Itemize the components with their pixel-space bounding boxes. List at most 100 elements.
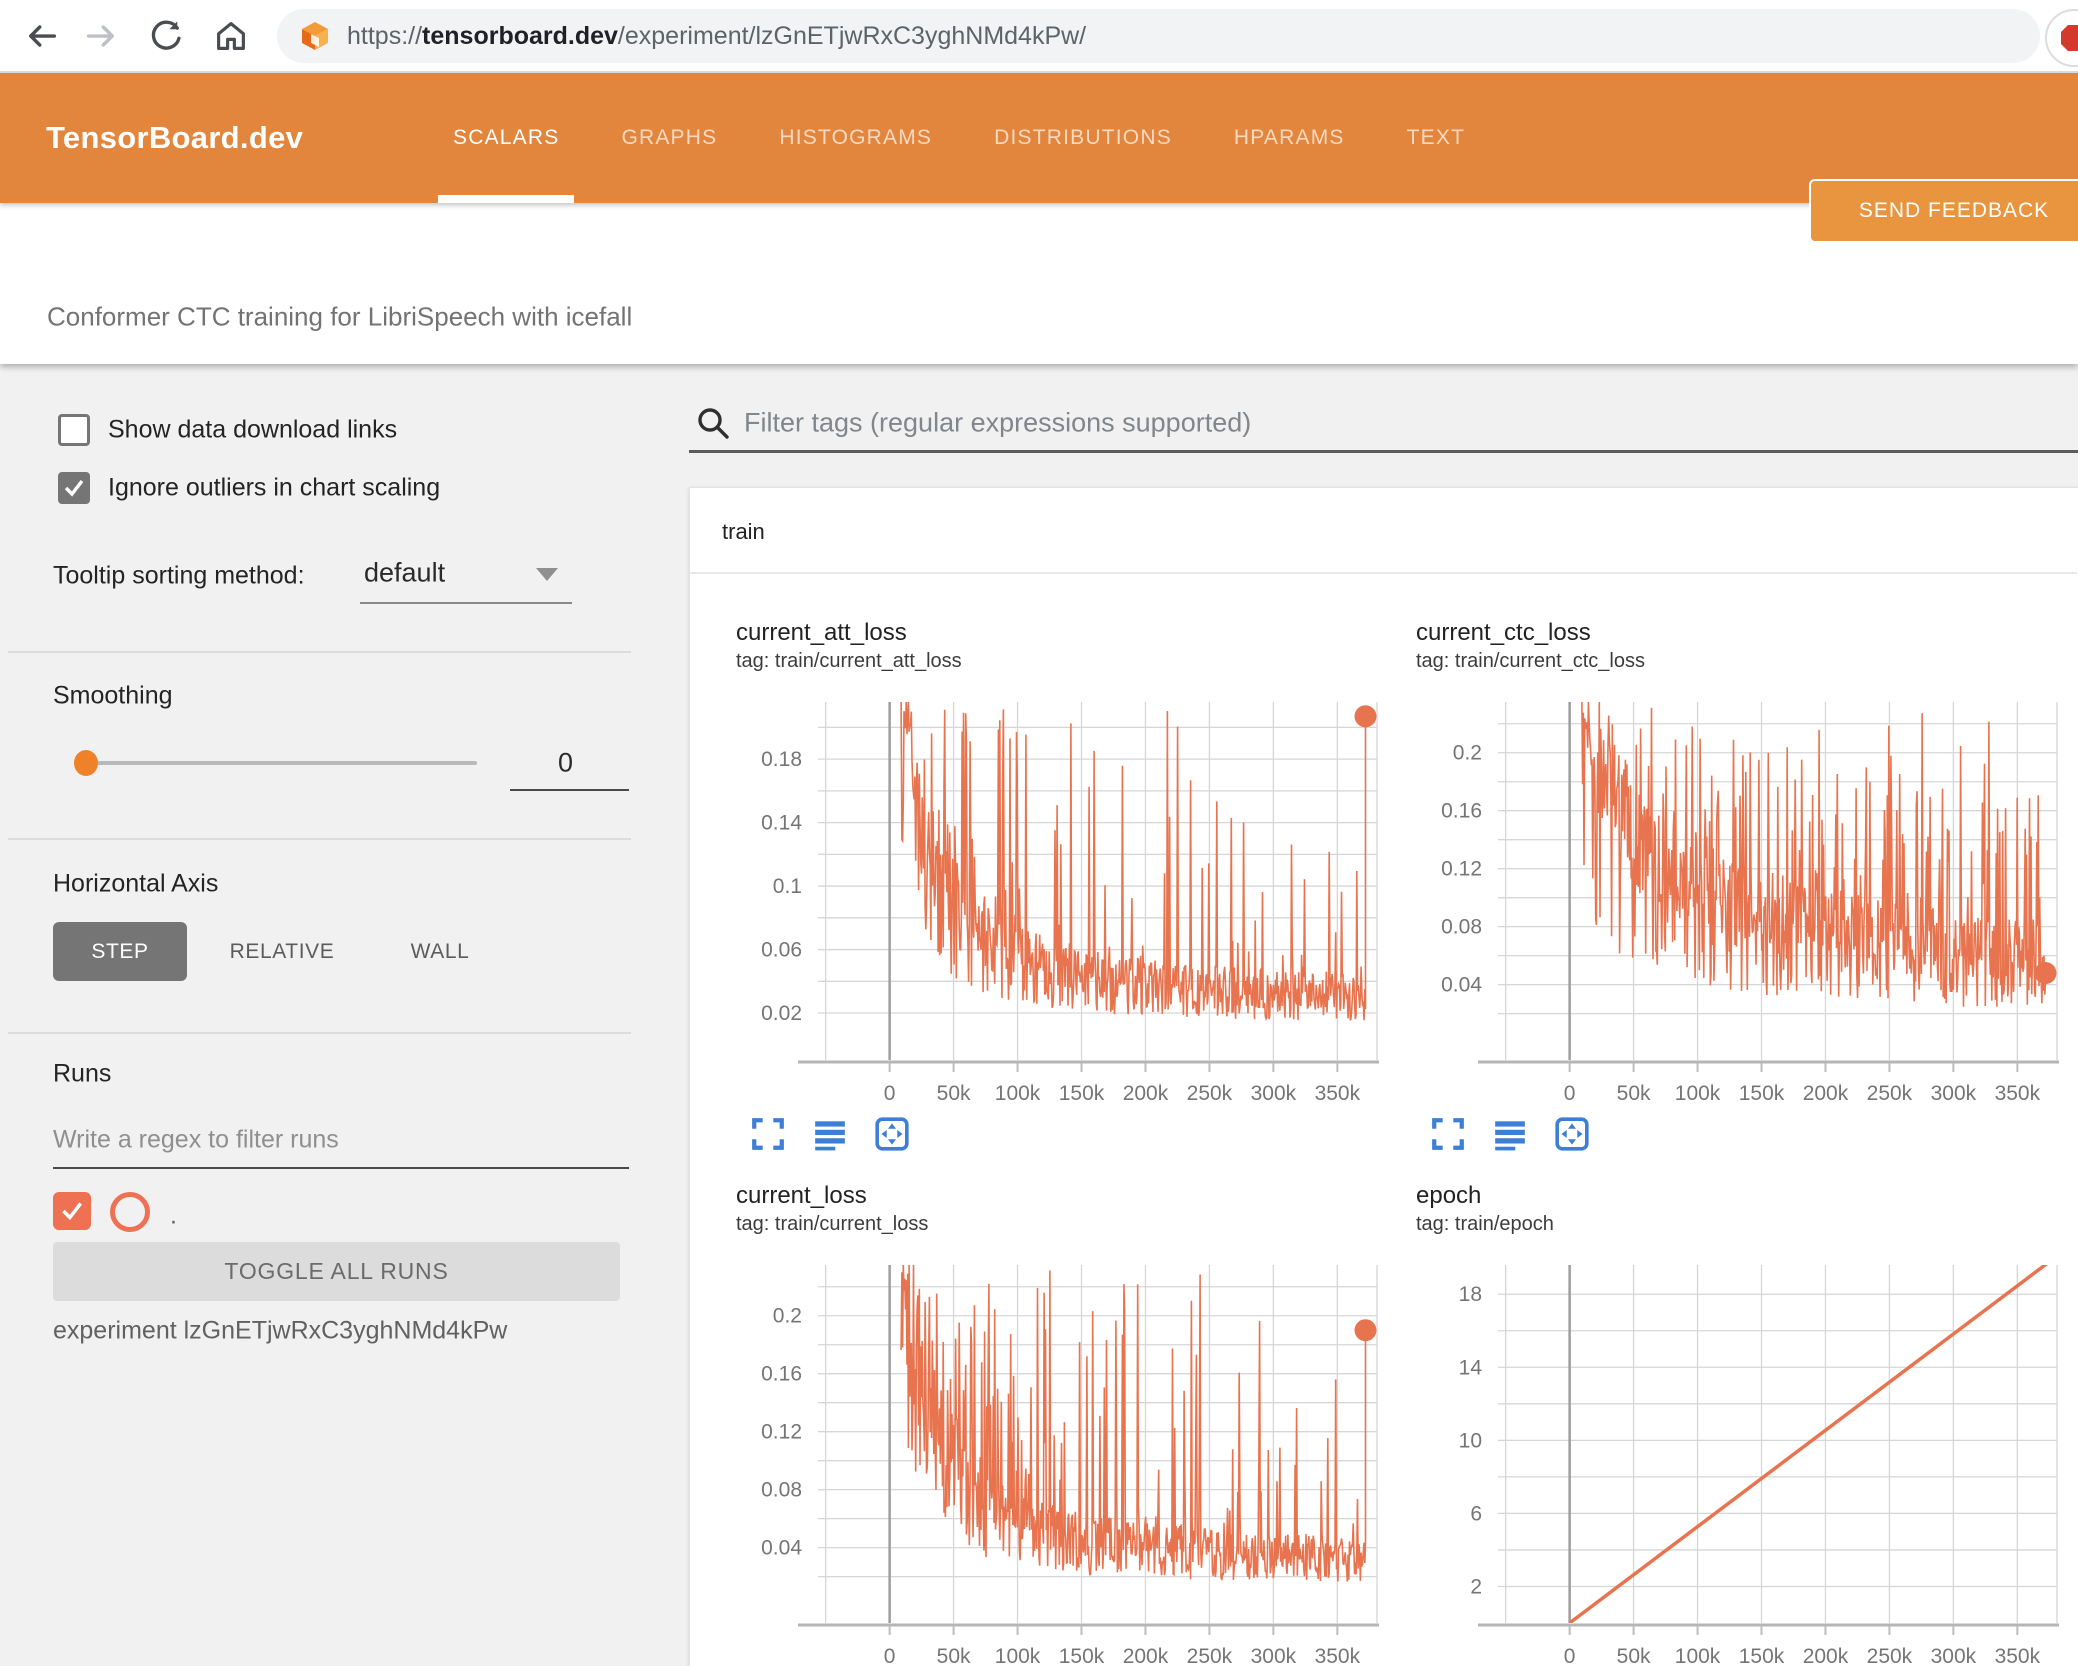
search-icon [698,408,729,439]
smoothing-slider-thumb[interactable] [74,750,98,776]
svg-text:100k: 100k [995,1082,1041,1105]
svg-text:100k: 100k [1675,1082,1721,1105]
log-scale-icon[interactable] [812,1116,848,1152]
tab-distributions[interactable]: DISTRIBUTIONS [994,73,1172,203]
svg-text:150k: 150k [1739,1645,1785,1666]
svg-text:0.04: 0.04 [1441,974,1482,997]
send-feedback-button[interactable]: SEND FEEDBACK [1809,179,2078,243]
svg-text:150k: 150k [1059,1645,1105,1666]
experiment-title: Conformer CTC training for LibriSpeech w… [47,301,633,332]
chart-tag: tag: train/current_att_loss [736,650,962,672]
expand-icon[interactable] [750,1116,786,1152]
chart-plot-epoch[interactable]: 0 50k 100k 150k 200k 250k 300k 350k 2 6 10 14 18 [1380,1259,2078,1666]
axis-step-button[interactable]: STEP [53,922,187,981]
run-checkbox[interactable] [53,1192,91,1230]
tab-graphs[interactable]: GRAPHS [621,73,717,203]
check-icon [64,479,84,497]
tag-group-divider [690,572,2077,574]
runs-label: Runs [53,1059,112,1088]
chart-title: epoch [1416,1182,1482,1209]
fit-domain-icon[interactable] [874,1116,910,1152]
stop-sign-icon [2061,25,2078,51]
log-scale-icon[interactable] [1492,1116,1528,1152]
tab-hparams[interactable]: HPARAMS [1234,73,1345,203]
forward-icon[interactable] [83,18,119,54]
home-icon[interactable] [213,18,249,54]
svg-text:200k: 200k [1803,1082,1849,1105]
svg-text:300k: 300k [1931,1645,1977,1666]
filter-tags-underline [689,450,2078,453]
expand-icon[interactable] [1430,1116,1466,1152]
tag-group-title[interactable]: train [722,519,765,545]
svg-text:0.18: 0.18 [761,748,802,771]
svg-text:200k: 200k [1123,1082,1169,1105]
back-icon[interactable] [24,18,60,54]
chart-plot-current_loss[interactable]: 0 50k 100k 150k 200k 250k 300k 350k 0.04 0.08 0.12… [700,1259,1400,1666]
smoothing-value-underline [510,789,629,791]
chart-toolbar [750,1116,1380,1152]
chart-card-current_att_loss: current_att_loss tag: train/current_att_l… [700,618,1380,1152]
tensorboard-favicon [302,22,328,50]
extension-badge[interactable] [2045,9,2078,67]
chart-plot-current_ctc_loss[interactable]: 0 50k 100k 150k 200k 250k 300k 350k 0.04 0.08 0.12… [1380,696,2078,1108]
svg-text:0.02: 0.02 [761,1002,802,1025]
chart-title: current_ctc_loss [1416,619,1591,646]
chart-title: current_loss [736,1182,867,1209]
show-download-links-checkbox[interactable] [58,414,90,446]
chart-plot-current_att_loss[interactable]: 0 50k 100k 150k 200k 250k 300k 350k 0.02 0.06 0.1 0… [700,696,1400,1108]
svg-text:250k: 250k [1867,1082,1913,1105]
svg-text:350k: 350k [1995,1645,2041,1666]
tab-text[interactable]: TEXT [1407,73,1465,203]
svg-text:0.12: 0.12 [1441,858,1482,881]
svg-text:0: 0 [884,1082,896,1105]
svg-text:0: 0 [884,1645,896,1666]
svg-text:0.14: 0.14 [761,812,802,835]
svg-text:300k: 300k [1251,1645,1297,1666]
svg-text:0.2: 0.2 [773,1305,802,1328]
runs-filter-input[interactable]: Write a regex to filter runs [53,1126,339,1155]
chevron-down-icon[interactable] [536,568,558,581]
svg-text:300k: 300k [1931,1082,1977,1105]
ignore-outliers-label: Ignore outliers in chart scaling [108,473,441,502]
svg-text:350k: 350k [1315,1082,1361,1105]
svg-text:100k: 100k [995,1645,1041,1666]
run-color-swatch[interactable] [110,1192,150,1232]
svg-text:150k: 150k [1739,1082,1785,1105]
smoothing-slider-track[interactable] [86,761,477,765]
experiment-title-bar [0,203,2078,364]
svg-text:0.1: 0.1 [773,875,802,898]
chart-tag: tag: train/epoch [1416,1213,1554,1235]
svg-text:50k: 50k [1617,1082,1651,1105]
sidebar-divider [8,838,631,840]
svg-text:10: 10 [1459,1429,1482,1452]
sidebar-divider [8,651,631,653]
tab-histograms[interactable]: HISTOGRAMS [779,73,932,203]
svg-text:250k: 250k [1187,1645,1233,1666]
brand-title: TensorBoard.dev [46,120,304,155]
tooltip-sorting-select[interactable]: default [364,558,445,589]
axis-wall-button[interactable]: WALL [395,922,485,981]
tooltip-sorting-underline [360,602,572,604]
runs-filter-underline [53,1167,629,1169]
horizontal-axis-label: Horizontal Axis [53,869,219,898]
svg-text:50k: 50k [1617,1645,1651,1666]
reload-icon[interactable] [148,18,184,54]
axis-relative-button[interactable]: RELATIVE [212,922,352,981]
svg-text:18: 18 [1459,1283,1482,1306]
fit-domain-icon[interactable] [1554,1116,1590,1152]
svg-text:150k: 150k [1059,1082,1105,1105]
filter-tags-input[interactable]: Filter tags (regular expressions support… [744,408,1251,439]
svg-text:0.08: 0.08 [1441,916,1482,939]
chart-toolbar [1430,1116,2060,1152]
address-bar[interactable]: https://tensorboard.dev/experiment/lzGnE… [277,9,2040,63]
smoothing-value[interactable]: 0 [558,748,573,779]
svg-text:2: 2 [1470,1575,1482,1598]
chart-card-current_loss: current_loss tag: train/current_loss 0 50k 1… [700,1181,1380,1666]
tab-scalars[interactable]: SCALARS [438,73,575,203]
ignore-outliers-checkbox[interactable] [58,472,90,504]
svg-text:50k: 50k [937,1645,971,1666]
svg-text:0: 0 [1564,1082,1576,1105]
tooltip-sorting-label: Tooltip sorting method: [53,561,305,590]
toggle-all-runs-button[interactable]: TOGGLE ALL RUNS [53,1242,620,1301]
run-name: . [170,1201,177,1230]
